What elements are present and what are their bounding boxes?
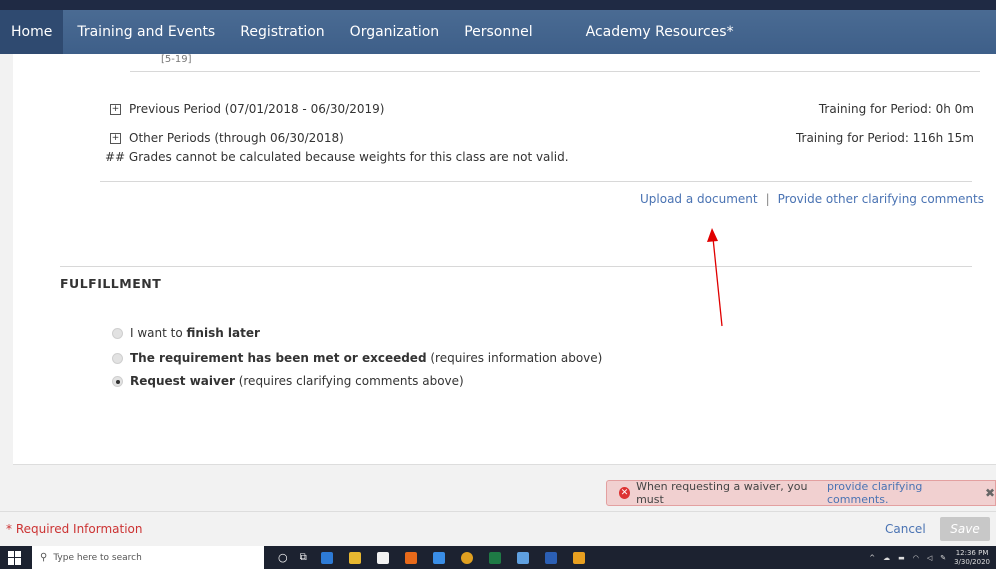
- grades-note: ## Grades cannot be calculated because w…: [105, 150, 569, 164]
- clock-date: 3/30/2020: [954, 557, 990, 566]
- main-content: [5-19] + Previous Period (07/01/2018 - 06…: [13, 54, 996, 465]
- app-orange-icon[interactable]: [404, 551, 417, 564]
- search-icon: ⚲: [40, 552, 48, 563]
- option-label: I want to finish later: [130, 326, 260, 340]
- link-separator: |: [765, 192, 770, 206]
- edge-icon[interactable]: [320, 551, 333, 564]
- cortana-icon[interactable]: ○: [278, 551, 288, 564]
- nav-home[interactable]: Home: [0, 10, 64, 54]
- period-row-previous[interactable]: + Previous Period (07/01/2018 - 06/30/201…: [110, 102, 384, 116]
- nav-personnel[interactable]: Personnel: [450, 10, 543, 54]
- error-text: When requesting a waiver, you must: [636, 480, 808, 506]
- error-clarify-link[interactable]: provide clarifying comments.: [827, 480, 975, 506]
- taskbar-clock[interactable]: 12:36 PM 3/30/2020: [954, 549, 990, 567]
- window-top-strip: [0, 0, 996, 10]
- windows-start-icon[interactable]: [8, 550, 22, 565]
- cancel-button[interactable]: Cancel: [885, 522, 926, 536]
- period-row-other[interactable]: + Other Periods (through 06/30/2018): [110, 131, 344, 145]
- option-label: The requirement has been met or exceeded…: [130, 351, 603, 365]
- period-label: Other Periods (through 06/30/2018): [129, 131, 344, 145]
- tray-pen-icon[interactable]: ✎: [940, 554, 946, 562]
- form-footer: * Required Information Cancel Save: [0, 511, 996, 546]
- period-training-previous: Training for Period: 0h 0m: [818, 102, 974, 116]
- mail-icon[interactable]: [432, 551, 445, 564]
- save-button[interactable]: Save: [940, 517, 990, 541]
- radio-button-checked[interactable]: [112, 375, 123, 387]
- windows-taskbar: ⚲ Type here to search ○ ⧉ ^ ☁ ▬ ◠ ◁ ✎ 12…: [0, 546, 996, 569]
- error-icon: ✕: [619, 487, 631, 499]
- period-training-other: Training for Period: 116h 15m: [795, 131, 974, 145]
- search-placeholder: Type here to search: [53, 552, 142, 563]
- tray-chevron-up-icon[interactable]: ^: [869, 554, 875, 562]
- partial-bracket-text: [5-19]: [161, 54, 192, 65]
- waiver-error-message: ✕ When requesting a waiver, you must pro…: [606, 480, 996, 506]
- chrome-icon[interactable]: [460, 551, 473, 564]
- clock-time: 12:36 PM: [955, 548, 989, 557]
- radio-button[interactable]: [112, 327, 123, 339]
- expand-icon[interactable]: +: [110, 104, 121, 115]
- network-app-icon[interactable]: [516, 551, 529, 564]
- option-requirement-met[interactable]: The requirement has been met or exceeded…: [112, 351, 602, 365]
- divider-fulfillment: [60, 266, 972, 267]
- system-tray: ^ ☁ ▬ ◠ ◁ ✎ 12:36 PM 3/30/2020: [869, 546, 990, 569]
- tray-cloud-icon[interactable]: ☁: [883, 554, 890, 562]
- app-yellow-icon[interactable]: [572, 551, 585, 564]
- taskbar-search[interactable]: ⚲ Type here to search: [32, 546, 264, 569]
- upload-document-link[interactable]: Upload a document: [640, 192, 758, 206]
- option-request-waiver[interactable]: Request waiver (requires clarifying comm…: [112, 374, 464, 388]
- expand-icon[interactable]: +: [110, 133, 121, 144]
- tray-wifi-icon[interactable]: ◠: [913, 554, 919, 562]
- divider-middle: [100, 181, 972, 182]
- clarifying-comments-link[interactable]: Provide other clarifying comments: [778, 192, 984, 206]
- nav-registration[interactable]: Registration: [226, 10, 335, 54]
- excel-icon[interactable]: [488, 551, 501, 564]
- file-explorer-icon[interactable]: [348, 551, 361, 564]
- store-icon[interactable]: [376, 551, 389, 564]
- close-icon[interactable]: ✖: [985, 486, 995, 500]
- word-icon[interactable]: [544, 551, 557, 564]
- radio-button[interactable]: [112, 352, 123, 364]
- option-finish-later[interactable]: I want to finish later: [112, 326, 260, 340]
- tray-battery-icon[interactable]: ▬: [898, 554, 905, 562]
- nav-organization[interactable]: Organization: [336, 10, 451, 54]
- task-view-icon[interactable]: ⧉: [300, 552, 307, 563]
- period-label: Previous Period (07/01/2018 - 06/30/2019…: [129, 102, 385, 116]
- option-label: Request waiver (requires clarifying comm…: [130, 374, 464, 388]
- divider-top: [130, 71, 980, 72]
- tray-volume-icon[interactable]: ◁: [927, 554, 932, 562]
- nav-training-events[interactable]: Training and Events: [63, 10, 226, 54]
- action-links: Upload a document | Provide other clarifyi…: [640, 192, 984, 206]
- fulfillment-title: FULFILLMENT: [60, 276, 162, 291]
- nav-academy-resources[interactable]: Academy Resources*: [544, 10, 745, 54]
- required-info-note: * Required Information: [6, 522, 143, 536]
- main-nav: Home Training and Events Registration Or…: [0, 10, 996, 54]
